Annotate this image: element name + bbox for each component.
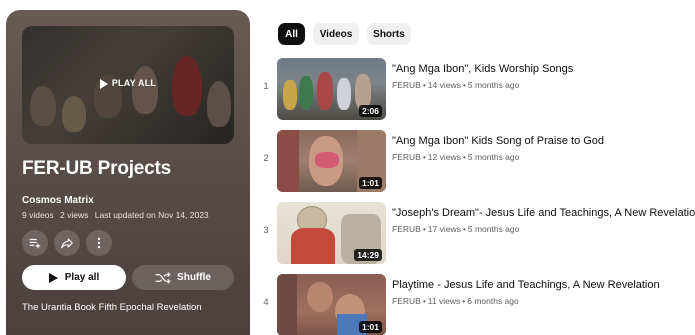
- play-all-button[interactable]: Play all: [22, 265, 126, 290]
- shuffle-button[interactable]: Shuffle: [132, 265, 234, 290]
- duration-badge: 14:29: [354, 249, 382, 261]
- video-index: 3: [263, 225, 269, 236]
- add-to-queue-button[interactable]: [22, 230, 48, 256]
- chip-shorts[interactable]: Shorts: [367, 23, 411, 45]
- list-item[interactable]: 3 14:29 "Joseph's Dream"- Jesus Life and…: [255, 202, 695, 264]
- video-title[interactable]: "Ang Mga Ibon", Kids Worship Songs: [392, 63, 573, 75]
- add-to-queue-icon: [29, 238, 41, 249]
- playlist-description: The Urantia Book Fifth Epochal Revelatio…: [22, 302, 202, 313]
- chip-videos[interactable]: Videos: [313, 23, 359, 45]
- play-icon: [48, 272, 58, 283]
- view-count: 11 views: [427, 296, 461, 306]
- hero-play-all[interactable]: PLAY ALL: [22, 78, 234, 89]
- video-title[interactable]: "Joseph's Dream"- Jesus Life and Teachin…: [392, 207, 695, 219]
- video-thumbnail[interactable]: 14:29: [277, 202, 386, 264]
- chip-all[interactable]: All: [278, 23, 305, 45]
- video-meta: FERUB • 12 views • 5 months ago: [392, 152, 520, 162]
- video-meta: FERUB • 11 views • 6 months ago: [392, 296, 519, 306]
- video-thumbnail[interactable]: 2:06: [277, 58, 386, 120]
- upload-age: 5 months ago: [467, 224, 520, 234]
- view-count: 17 views: [427, 224, 461, 234]
- playlist-panel: PLAY ALL FER-UB Projects Cosmos Matrix 9…: [6, 10, 250, 335]
- playlist-hero-thumbnail[interactable]: PLAY ALL: [22, 26, 234, 144]
- views-count: 2 views: [60, 210, 89, 220]
- duration-badge: 2:06: [358, 105, 382, 117]
- video-thumbnail[interactable]: 1:01: [277, 274, 386, 335]
- view-count: 14 views: [427, 80, 461, 90]
- video-title[interactable]: Playtime - Jesus Life and Teachings, A N…: [392, 279, 660, 291]
- video-index: 1: [263, 81, 269, 92]
- channel-name[interactable]: FERUB: [392, 296, 421, 306]
- share-icon: [61, 238, 73, 249]
- channel-name[interactable]: FERUB: [392, 80, 421, 90]
- list-item[interactable]: 1 2:06 "Ang Mga Ibon", Kids Worship Song…: [255, 58, 695, 120]
- more-options-button[interactable]: [86, 230, 112, 256]
- duration-badge: 1:01: [358, 177, 382, 189]
- list-item[interactable]: 4 1:01 Playtime - Jesus Life and Teachin…: [255, 274, 695, 335]
- video-meta: FERUB • 14 views • 5 months ago: [392, 80, 520, 90]
- last-updated: Last updated on Nov 14, 2023: [94, 210, 209, 220]
- video-index: 2: [263, 153, 269, 164]
- duration-badge: 1:01: [358, 321, 382, 333]
- share-button[interactable]: [54, 230, 80, 256]
- list-item[interactable]: 2 1:01 "Ang Mga Ibon" Kids Song of Prais…: [255, 130, 695, 192]
- video-title[interactable]: "Ang Mga Ibon" Kids Song of Praise to Go…: [392, 135, 604, 147]
- video-meta: FERUB • 17 views • 5 months ago: [392, 224, 520, 234]
- video-index: 4: [263, 297, 269, 308]
- playlist-meta: 9 videos 2 views Last updated on Nov 14,…: [22, 210, 213, 220]
- shuffle-icon: [155, 271, 171, 284]
- video-thumbnail[interactable]: 1:01: [277, 130, 386, 192]
- channel-name[interactable]: FERUB: [392, 152, 421, 162]
- upload-age: 6 months ago: [467, 296, 519, 306]
- upload-age: 5 months ago: [467, 152, 520, 162]
- upload-age: 5 months ago: [467, 80, 520, 90]
- more-icon: [97, 237, 101, 249]
- playlist-owner[interactable]: Cosmos Matrix: [22, 195, 94, 206]
- videos-count: 9 videos: [22, 210, 54, 220]
- play-icon: [99, 78, 108, 89]
- view-count: 12 views: [427, 152, 461, 162]
- playlist-title: FER-UB Projects: [22, 158, 172, 179]
- channel-name[interactable]: FERUB: [392, 224, 421, 234]
